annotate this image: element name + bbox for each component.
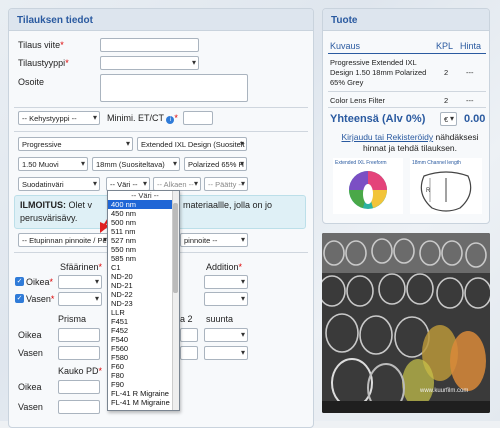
lens-zone-icon [349, 171, 387, 209]
color-option[interactable]: F560 [108, 344, 179, 353]
color-option[interactable]: F60 [108, 362, 179, 371]
color-option[interactable]: 511 nm [108, 227, 179, 236]
col-price: Hinta [460, 41, 482, 51]
table-row-1-price: --- [466, 68, 474, 77]
currency-select[interactable]: € [440, 112, 457, 126]
color-option[interactable]: 400 nm [108, 200, 179, 209]
color-option[interactable]: F580 [108, 353, 179, 362]
color-option[interactable]: FL-41 M Migraine [108, 398, 179, 407]
color-dropdown-list[interactable]: -- Väri -- 400 nm 450 nm 500 nm 511 nm 527 nm… [107, 190, 180, 411]
col-qty: KPL [436, 41, 454, 51]
table-row-1-description: Progressive Extended IXL Design 1.50 18m… [330, 58, 427, 87]
col-description: Kuvaus [330, 41, 361, 51]
total-label: Yhteensä (Alv 0%) [330, 113, 426, 125]
color-option[interactable]: -- Väri -- [108, 191, 179, 200]
login-message: Kirjaudu tai Rekisteröidy nähdäksesi hin… [341, 132, 479, 153]
table-row-2-qty: 2 [444, 96, 449, 105]
color-option[interactable]: 527 nm [108, 236, 179, 245]
table-row-2-price: --- [466, 96, 474, 105]
freeform-diagram-title: Extended IXL Freeform [335, 160, 387, 166]
product-title: Tuote [323, 9, 489, 31]
color-option[interactable]: C1 [108, 263, 179, 272]
channel-diagram-title: 18mm Channel length [412, 160, 461, 166]
color-option[interactable]: 500 nm [108, 218, 179, 227]
color-option[interactable]: ND-21 [108, 281, 179, 290]
eyewear-photo: www.kuurfilm.com [322, 233, 490, 413]
color-option[interactable]: F451 [108, 317, 179, 326]
row-divider [328, 91, 486, 92]
color-option[interactable]: F80 [108, 371, 179, 380]
channel-length-icon: R [420, 171, 472, 212]
color-option[interactable]: F540 [108, 335, 179, 344]
total-value: 0.00 [464, 113, 486, 125]
table-row-1-qty: 2 [444, 68, 449, 77]
freeform-diagram: Extended IXL Freeform [333, 158, 403, 214]
color-option[interactable]: FL-41 R Migraine [108, 389, 179, 398]
color-option[interactable]: ND-20 [108, 272, 179, 281]
dropdown-scroll-thumb[interactable] [173, 203, 178, 293]
color-option[interactable]: ND-23 [108, 299, 179, 308]
color-option[interactable]: F452 [108, 326, 179, 335]
color-option[interactable]: LLR [108, 308, 179, 317]
svg-text:R: R [426, 188, 431, 194]
color-option[interactable]: ND-22 [108, 290, 179, 299]
dropdown-scrollbar[interactable] [172, 191, 179, 410]
eyewear-display-image [322, 233, 490, 413]
channel-length-diagram: 18mm Channel length R [410, 158, 482, 214]
row-divider [328, 107, 486, 108]
table-row-2-description: Color Lens Filter [330, 96, 386, 105]
color-option[interactable]: F90 [108, 380, 179, 389]
color-option[interactable]: 550 nm [108, 245, 179, 254]
photo-watermark: www.kuurfilm.com [420, 388, 469, 394]
color-option[interactable]: 585 nm [108, 254, 179, 263]
color-option[interactable]: 450 nm [108, 209, 179, 218]
table-header-rule [328, 53, 486, 54]
login-link[interactable]: Kirjaudu tai Rekisteröidy [341, 132, 433, 142]
